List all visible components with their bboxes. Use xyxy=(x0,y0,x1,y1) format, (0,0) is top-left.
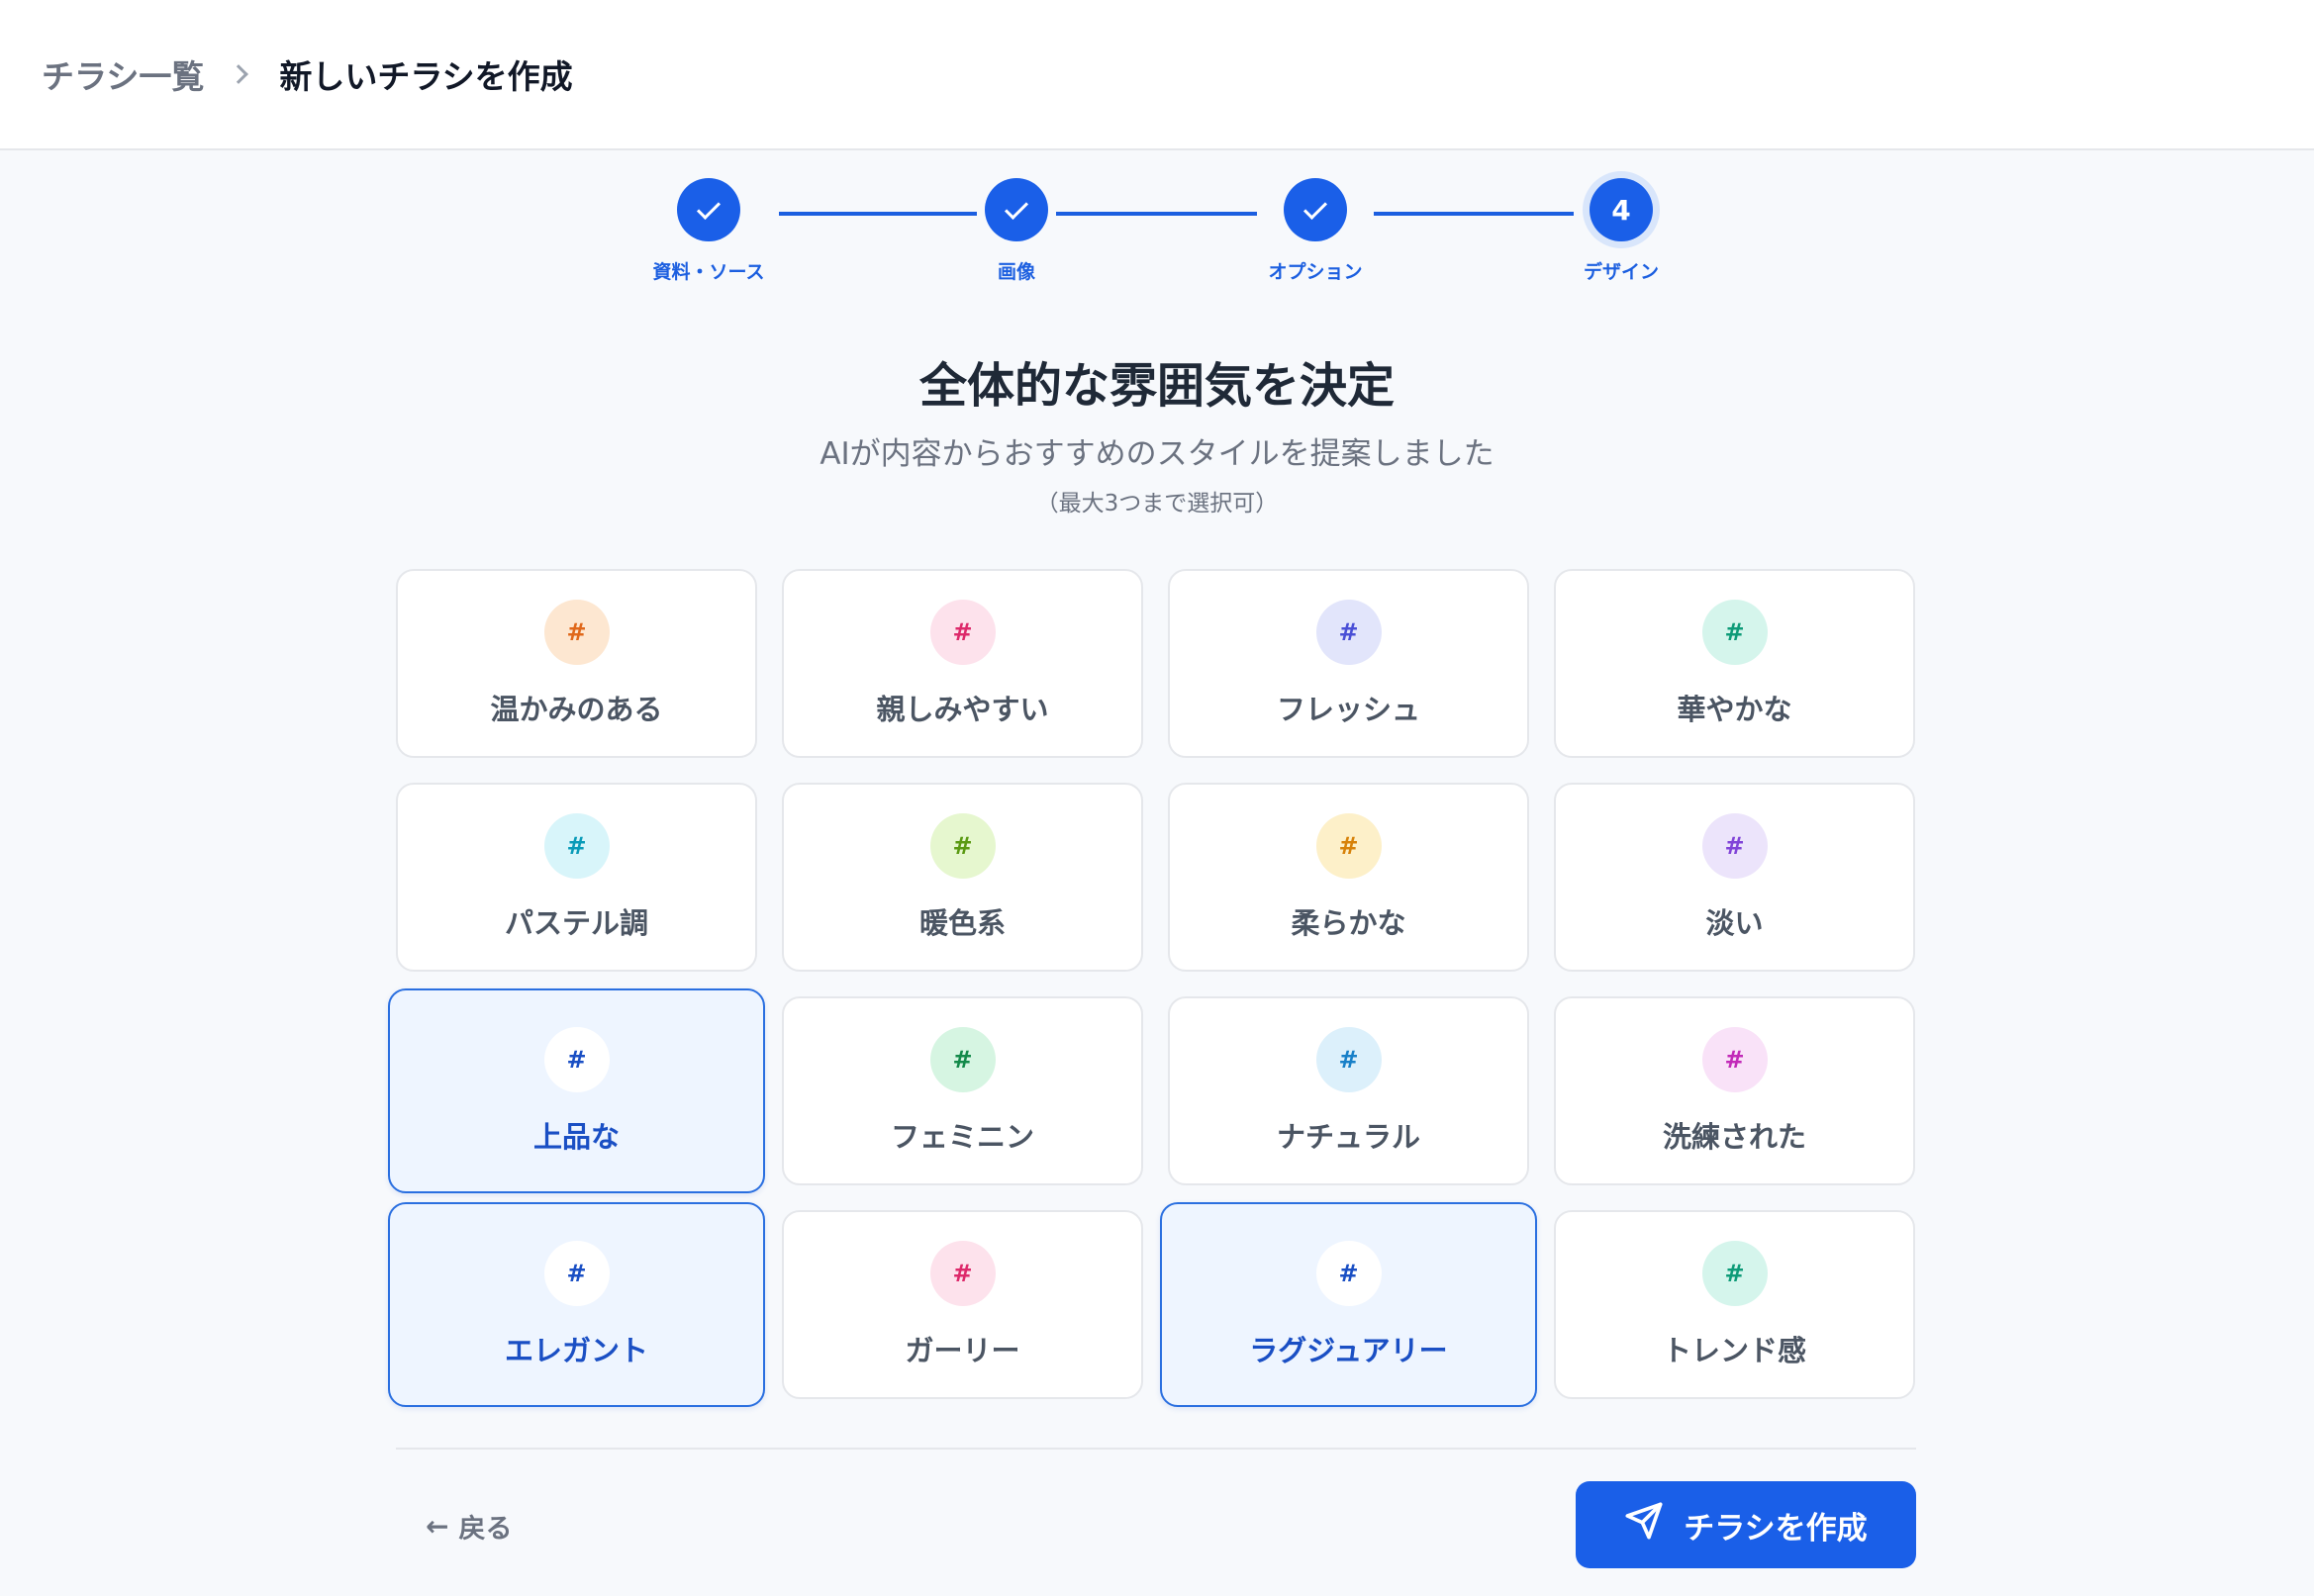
hashtag-icon: # xyxy=(543,1240,610,1306)
style-options-grid: # 温かみのある # 親しみやすい # フレッシュ # 華やかな # パステル調 # 暖色系 # 柔らかな… xyxy=(388,569,1916,1407)
check-icon xyxy=(1302,195,1328,220)
style-option-card[interactable]: # 華やかな xyxy=(1554,569,1915,758)
hashtag-icon: # xyxy=(543,599,610,665)
style-option-card[interactable]: # エレガント xyxy=(388,1202,765,1407)
back-button[interactable]: ← 戻る xyxy=(426,1501,512,1550)
style-option-card[interactable]: # 柔らかな xyxy=(1168,783,1529,972)
style-option-card[interactable]: # フェミニン xyxy=(782,996,1143,1185)
style-option-card[interactable]: # パステル調 xyxy=(396,783,757,972)
step-label: 資料・ソース xyxy=(652,261,765,283)
style-option-card[interactable]: # ガーリー xyxy=(782,1210,1143,1399)
hashtag-icon: # xyxy=(543,812,610,879)
step-circle-current: 4 xyxy=(1590,178,1653,241)
page-header: チラシ一覧 新しいチラシを作成 xyxy=(0,0,2314,150)
style-option-card[interactable]: # 親しみやすい xyxy=(782,569,1143,758)
style-option-label: パステル調 xyxy=(504,905,648,940)
style-option-card[interactable]: # 上品な xyxy=(388,988,765,1193)
hashtag-icon: # xyxy=(929,812,996,879)
style-option-card[interactable]: # フレッシュ xyxy=(1168,569,1529,758)
arrow-left-icon: ← xyxy=(426,1509,449,1543)
step-circle xyxy=(1284,178,1347,241)
step-label: 画像 xyxy=(997,261,1035,283)
step-circle xyxy=(985,178,1048,241)
footer-divider xyxy=(396,1448,1916,1450)
style-option-label: 柔らかな xyxy=(1291,905,1406,940)
style-option-card[interactable]: # ナチュラル xyxy=(1168,996,1529,1185)
section-subtitle: AIが内容からおすすめのスタイルを提案しました xyxy=(820,436,1494,472)
hashtag-icon: # xyxy=(1315,1240,1382,1306)
style-option-label: 温かみのある xyxy=(490,692,663,726)
chevron-right-icon xyxy=(229,64,249,84)
hashtag-icon: # xyxy=(543,1026,610,1092)
style-option-label: フェミニン xyxy=(890,1119,1034,1154)
create-flyer-label: チラシを作成 xyxy=(1684,1510,1868,1547)
section-title: 全体的な雰囲気を決定 xyxy=(918,358,1395,414)
step-images[interactable]: 画像 xyxy=(917,178,1115,284)
style-option-label: トレンド感 xyxy=(1662,1333,1806,1367)
step-label: オプション xyxy=(1268,261,1363,283)
progress-stepper: 資料・ソース 画像 オプション 4 デザイン xyxy=(0,174,2314,293)
step-options[interactable]: オプション xyxy=(1216,178,1414,284)
style-option-label: ナチュラル xyxy=(1276,1119,1420,1154)
step-label: デザイン xyxy=(1583,261,1659,283)
style-option-card[interactable]: # 淡い xyxy=(1554,783,1915,972)
back-button-label: 戻る xyxy=(458,1513,513,1545)
style-option-card[interactable]: # 温かみのある xyxy=(396,569,757,758)
send-icon xyxy=(1624,1501,1664,1549)
step-design[interactable]: 4 デザイン xyxy=(1522,178,1720,284)
style-option-card[interactable]: # トレンド感 xyxy=(1554,1210,1915,1399)
style-option-card[interactable]: # 洗練された xyxy=(1554,996,1915,1185)
hashtag-icon: # xyxy=(1701,1026,1768,1092)
hashtag-icon: # xyxy=(929,599,996,665)
style-option-card[interactable]: # 暖色系 xyxy=(782,783,1143,972)
style-option-label: 華やかな xyxy=(1677,692,1792,726)
step-circle xyxy=(677,178,740,241)
style-option-label: エレガント xyxy=(504,1333,648,1367)
breadcrumb-root-link[interactable]: チラシ一覧 xyxy=(42,50,204,98)
check-icon xyxy=(696,195,722,220)
hashtag-icon: # xyxy=(1701,812,1768,879)
hashtag-icon: # xyxy=(929,1240,996,1306)
hashtag-icon: # xyxy=(1701,599,1768,665)
step-sources[interactable]: 資料・ソース xyxy=(610,178,808,284)
hashtag-icon: # xyxy=(1315,812,1382,879)
style-option-card[interactable]: # ラグジュアリー xyxy=(1160,1202,1537,1407)
hashtag-icon: # xyxy=(1315,1026,1382,1092)
style-option-label: フレッシュ xyxy=(1276,692,1420,726)
style-option-label: 洗練された xyxy=(1662,1119,1806,1154)
style-option-label: 淡い xyxy=(1705,905,1764,940)
hashtag-icon: # xyxy=(929,1026,996,1092)
style-option-label: 上品な xyxy=(532,1119,620,1154)
page-title: 新しいチラシを作成 xyxy=(279,57,573,96)
style-option-label: ラグジュアリー xyxy=(1249,1333,1448,1367)
create-flyer-button[interactable]: チラシを作成 xyxy=(1576,1481,1916,1568)
check-icon xyxy=(1004,195,1029,220)
style-option-label: ガーリー xyxy=(905,1333,1020,1367)
style-option-label: 親しみやすい xyxy=(876,692,1049,726)
hashtag-icon: # xyxy=(1701,1240,1768,1306)
selection-limit-note: （最大3つまで選択可） xyxy=(1035,491,1279,516)
style-option-label: 暖色系 xyxy=(918,905,1006,940)
hashtag-icon: # xyxy=(1315,599,1382,665)
